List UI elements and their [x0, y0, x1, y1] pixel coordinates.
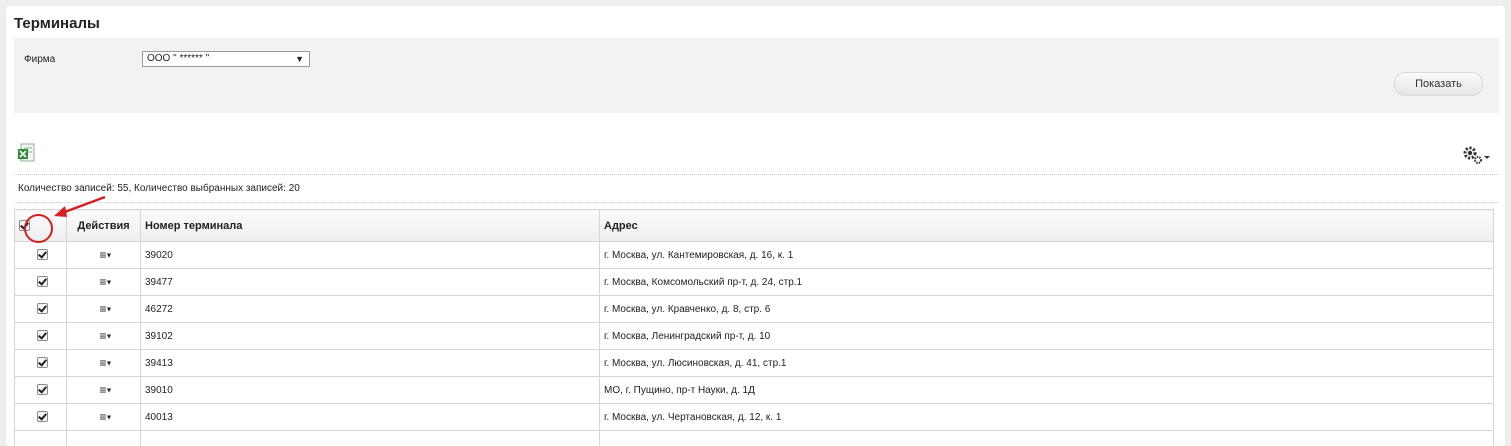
row-checkbox[interactable]	[37, 249, 48, 260]
excel-export-icon[interactable]	[18, 143, 36, 163]
actions-menu-icon[interactable]: ≡▼	[100, 302, 112, 316]
terminal-address: г. Москва, Комсомольский пр-т, д. 24, ст…	[600, 269, 1494, 296]
row-checkbox[interactable]	[37, 357, 48, 368]
column-header-address[interactable]: Адрес	[600, 210, 1494, 242]
actions-menu-icon[interactable]: ≡▼	[100, 275, 112, 289]
row-checkbox[interactable]	[37, 384, 48, 395]
annotation-arrow-icon	[50, 194, 110, 224]
row-checkbox[interactable]	[37, 276, 48, 287]
terminal-number: 40013	[141, 404, 600, 431]
terminal-number: 39010	[141, 377, 600, 404]
terminal-address: г. Москва, ул. Кравченко, д. 8, стр. 6	[600, 296, 1494, 323]
page-container: Терминалы Фирма ООО " ****** " ▼ Показат…	[6, 6, 1505, 446]
records-info: Количество записей: 55, Количество выбра…	[18, 183, 300, 194]
actions-menu-icon[interactable]: ≡▼	[100, 248, 112, 262]
terminal-address: г. Москва, Ленинградский пр-т, д. 10	[600, 323, 1494, 350]
terminal-address: г. Москва, ул. Люсиновская, д. 41, стр.1	[600, 350, 1494, 377]
firm-label: Фирма	[24, 54, 55, 65]
terminals-table: Действия Номер терминала Адрес ≡▼ 39020 …	[14, 209, 1494, 446]
show-button[interactable]: Показать	[1394, 72, 1483, 96]
table-row: ≡▼ 39413 г. Москва, ул. Люсиновская, д. …	[15, 350, 1494, 377]
chevron-down-icon: ▼	[295, 52, 304, 66]
divider	[14, 174, 1499, 175]
table-row: ≡▼ 39477 г. Москва, Комсомольский пр-т, …	[15, 269, 1494, 296]
terminal-address: г. Москва, ул. Чертановская, д. 12, к. 1	[600, 404, 1494, 431]
table-row	[15, 431, 1494, 446]
actions-menu-icon[interactable]: ≡▼	[100, 410, 112, 424]
row-checkbox[interactable]	[37, 303, 48, 314]
table-row: ≡▼ 39102 г. Москва, Ленинградский пр-т, …	[15, 323, 1494, 350]
table-row: ≡▼ 39020 г. Москва, ул. Кантемировская, …	[15, 242, 1494, 269]
table-header-row: Действия Номер терминала Адрес	[15, 210, 1494, 242]
gear-icon[interactable]	[1461, 144, 1491, 166]
column-header-terminal-number[interactable]: Номер терминала	[141, 210, 600, 242]
page-title: Терминалы	[14, 15, 100, 32]
actions-menu-icon[interactable]: ≡▼	[100, 356, 112, 370]
terminal-number: 39477	[141, 269, 600, 296]
terminal-number: 39020	[141, 242, 600, 269]
row-checkbox[interactable]	[37, 411, 48, 422]
terminal-number: 46272	[141, 296, 600, 323]
table-row: ≡▼ 46272 г. Москва, ул. Кравченко, д. 8,…	[15, 296, 1494, 323]
terminal-number: 39102	[141, 323, 600, 350]
filter-panel: Фирма ООО " ****** " ▼ Показать	[14, 38, 1499, 113]
firm-select-value: ООО " ****** "	[147, 53, 209, 64]
actions-menu-icon[interactable]: ≡▼	[100, 329, 112, 343]
terminal-number: 39413	[141, 350, 600, 377]
table-row: ≡▼ 40013 г. Москва, ул. Чертановская, д.…	[15, 404, 1494, 431]
firm-select[interactable]: ООО " ****** " ▼	[142, 51, 310, 67]
actions-menu-icon[interactable]: ≡▼	[100, 383, 112, 397]
annotation-circle	[24, 214, 53, 243]
terminal-address: МО, г. Пущино, пр-т Науки, д. 1Д	[600, 377, 1494, 404]
terminal-address: г. Москва, ул. Кантемировская, д. 16, к.…	[600, 242, 1494, 269]
divider	[14, 202, 1499, 203]
row-checkbox[interactable]	[37, 330, 48, 341]
table-row: ≡▼ 39010 МО, г. Пущино, пр-т Науки, д. 1…	[15, 377, 1494, 404]
